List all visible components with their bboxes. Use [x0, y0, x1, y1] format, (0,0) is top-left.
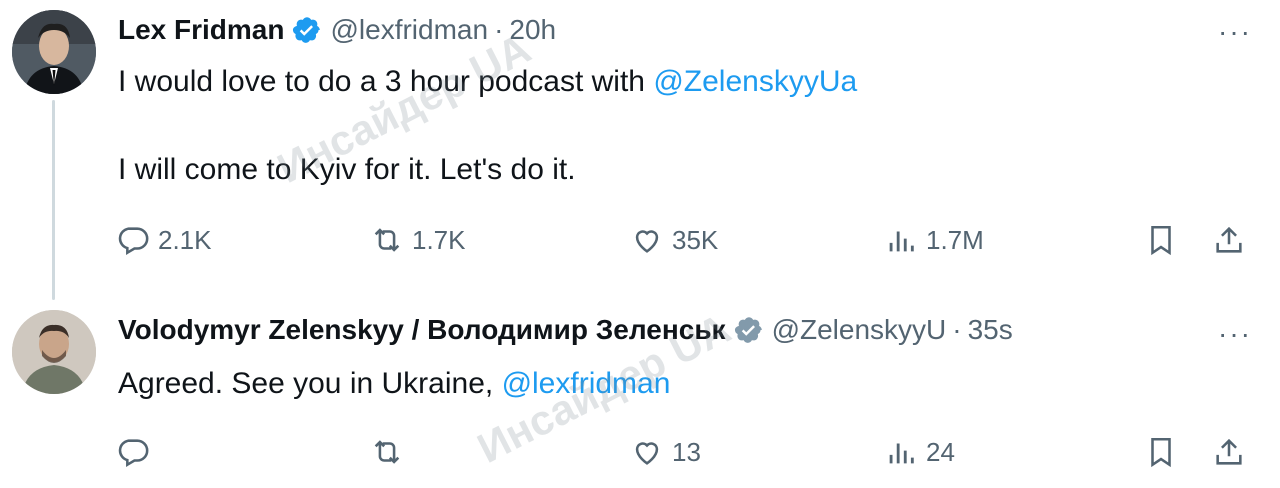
repost-icon	[374, 228, 400, 252]
share-icon	[1216, 438, 1242, 465]
more-options-icon[interactable]: ···	[1218, 320, 1252, 348]
tweet-text: Agreed. See you in Ukraine, @lexfridman	[118, 362, 670, 406]
like-button[interactable]: 35K	[630, 220, 718, 260]
reply-icon	[118, 439, 149, 468]
view-count: 1.7M	[926, 224, 984, 255]
avatar-lex[interactable]	[12, 10, 96, 94]
bookmark-icon	[1151, 225, 1171, 256]
repost-count: 1.7K	[412, 224, 466, 255]
share-button[interactable]	[1212, 220, 1246, 260]
action-bar: 2.1K 1.7K 35K 1.7M	[0, 220, 1280, 260]
bookmark-icon	[1151, 437, 1171, 468]
views-button[interactable]: 24	[884, 432, 955, 472]
analytics-icon	[889, 231, 914, 252]
handle[interactable]: @lexfridman	[330, 14, 488, 46]
tweet-text-line: I would love to do a 3 hour podcast with	[118, 65, 654, 98]
separator-dot: ·	[952, 314, 962, 345]
share-icon	[1216, 226, 1242, 253]
tweet-text: I would love to do a 3 hour podcast with…	[118, 60, 857, 192]
tweet-header: Volodymyr Zelenskyy / Володимир Зеленськ…	[118, 314, 1013, 346]
repost-button[interactable]	[370, 432, 412, 472]
heart-icon	[635, 230, 659, 253]
repost-button[interactable]: 1.7K	[370, 220, 466, 260]
reply-count: 2.1K	[158, 224, 212, 255]
display-name[interactable]: Volodymyr Zelenskyy / Володимир Зеленськ	[118, 314, 726, 346]
like-button[interactable]: 13	[630, 432, 701, 472]
reply-button[interactable]: 2.1K	[116, 220, 212, 260]
thread-connector	[52, 100, 55, 300]
analytics-icon	[889, 443, 914, 464]
separator-dot: ·	[494, 14, 504, 45]
display-name[interactable]: Lex Fridman	[118, 14, 284, 46]
reply-icon	[118, 227, 149, 256]
tweet-header: Lex Fridman @lexfridman · 20h	[118, 14, 556, 46]
repost-icon	[374, 440, 400, 464]
mention-link[interactable]: @ZelenskyyUa	[653, 65, 857, 98]
avatar-zelenskyy[interactable]	[12, 310, 96, 394]
like-count: 13	[672, 436, 701, 467]
view-count: 24	[926, 436, 955, 467]
verified-badge-icon	[292, 15, 322, 45]
action-bar: 13 24	[0, 432, 1280, 472]
bookmark-button[interactable]	[1144, 432, 1178, 472]
tweet-text-line: I will come to Kyiv for it. Let's do it.	[118, 153, 576, 186]
mention-link[interactable]: @lexfridman	[502, 367, 671, 400]
views-button[interactable]: 1.7M	[884, 220, 984, 260]
more-options-icon[interactable]: ···	[1218, 18, 1252, 46]
tweet-zelenskyy[interactable]: Volodymyr Zelenskyy / Володимир Зеленськ…	[0, 298, 1280, 488]
like-count: 35K	[672, 224, 719, 255]
tweet-lex[interactable]: Lex Fridman @lexfridman · 20h ··· I woul…	[0, 0, 1280, 300]
heart-icon	[635, 442, 659, 465]
handle[interactable]: @ZelenskyyU	[772, 314, 947, 346]
share-button[interactable]	[1212, 432, 1246, 472]
bookmark-button[interactable]	[1144, 220, 1178, 260]
timestamp[interactable]: 35s	[968, 314, 1013, 346]
timestamp[interactable]: 20h	[509, 14, 556, 46]
tweet-text-line: Agreed. See you in Ukraine,	[118, 367, 502, 400]
verified-badge-icon	[734, 315, 764, 345]
reply-button[interactable]	[116, 432, 158, 472]
